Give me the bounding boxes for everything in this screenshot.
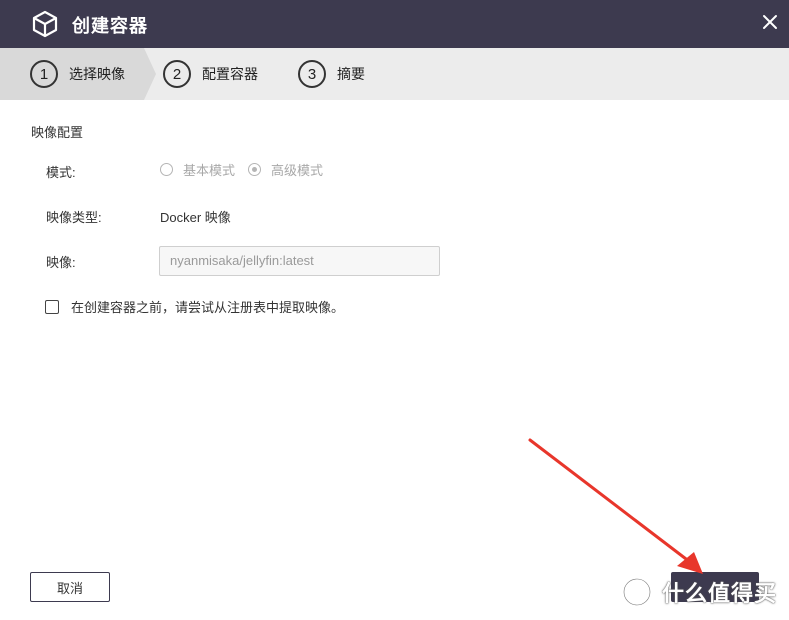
- image-label: 映像:: [46, 255, 76, 270]
- image-type-value: Docker 映像: [160, 210, 231, 225]
- cancel-button[interactable]: 取消: [30, 572, 110, 602]
- window-title: 创建容器: [72, 16, 148, 36]
- radio-advanced-mode[interactable]: [248, 163, 262, 176]
- cube-icon: [32, 10, 58, 38]
- radio-basic-mode[interactable]: [160, 163, 173, 176]
- image-type-label: 映像类型:: [46, 210, 102, 225]
- radio-advanced-mode-label: 高级模式: [271, 163, 324, 178]
- step-label: 摘要: [337, 66, 365, 82]
- step-number: 3: [298, 60, 326, 88]
- pull-image-checkbox-label: 在创建容器之前，请尝试从注册表中提取映像。: [71, 300, 345, 315]
- mode-label: 模式:: [46, 165, 76, 180]
- step-number: 2: [163, 60, 191, 88]
- next-button[interactable]: [671, 572, 759, 602]
- step-number: 1: [30, 60, 58, 88]
- watermark-logo-icon: [622, 577, 652, 607]
- pull-image-option: 在创建容器之前，请尝试从注册表中提取映像。: [45, 297, 344, 316]
- step-label: 配置容器: [202, 66, 258, 82]
- title-bar: 创建容器: [0, 0, 789, 48]
- step-configure-container: 2 配置容器: [163, 48, 258, 100]
- step-select-image: 1 选择映像: [30, 48, 125, 100]
- image-input[interactable]: nyanmisaka/jellyfin:latest: [159, 246, 440, 276]
- section-title: 映像配置: [31, 125, 84, 140]
- radio-basic-mode-label: 基本模式: [183, 163, 236, 178]
- wizard-steps: 1 选择映像 2 配置容器 3 摘要: [0, 48, 789, 100]
- pull-image-checkbox[interactable]: [45, 299, 59, 314]
- mode-radio-group: 基本模式 高级模式: [160, 160, 336, 179]
- step-label: 选择映像: [69, 66, 125, 82]
- close-icon[interactable]: [759, 11, 781, 33]
- step-summary: 3 摘要: [298, 48, 365, 100]
